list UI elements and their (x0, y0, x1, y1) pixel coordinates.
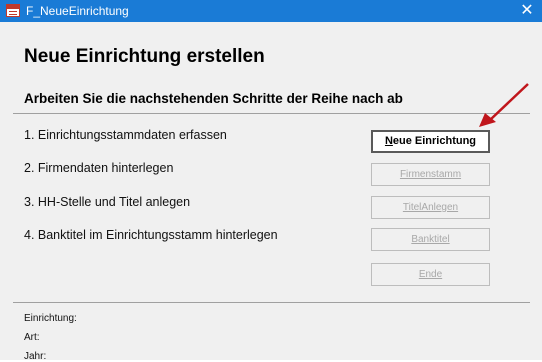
page-title: Neue Einrichtung erstellen (24, 46, 265, 67)
einrichtung-label: Einrichtung: (24, 313, 77, 324)
arrow-shaft (489, 83, 529, 121)
banktitel-button[interactable]: Banktitel (371, 228, 490, 251)
neue-einrichtung-accel: N (384, 135, 393, 147)
window-title: F_NeueEinrichtung (26, 4, 129, 18)
instructions-heading: Arbeiten Sie die nachstehenden Schritte … (24, 91, 403, 106)
step-4-label: 4. Banktitel im Einrichtungsstamm hinter… (24, 228, 278, 242)
form-body: Neue Einrichtung erstellen Arbeiten Sie … (0, 22, 542, 362)
step-3-label: 3. HH-Stelle und Titel anlegen (24, 195, 191, 209)
close-icon[interactable]: ✕ (512, 0, 542, 22)
neue-einrichtung-label: eue Einrichtung (392, 135, 477, 147)
divider-top (13, 113, 530, 114)
divider-bottom (13, 302, 530, 303)
titel-anlegen-button[interactable]: TitelAnlegen (371, 196, 490, 219)
firmenstamm-button[interactable]: Firmenstamm (371, 163, 490, 186)
access-form-icon (6, 4, 20, 17)
red-arrow-annotation (479, 83, 529, 127)
art-label: Art: (24, 332, 40, 343)
ende-button[interactable]: Ende (371, 263, 490, 286)
step-1-label: 1. Einrichtungsstammdaten erfassen (24, 128, 227, 142)
neue-einrichtung-button[interactable]: Neue Einrichtung (371, 130, 490, 153)
jahr-label: Jahr: (24, 351, 47, 362)
step-2-label: 2. Firmendaten hinterlegen (24, 161, 174, 175)
window-titlebar: F_NeueEinrichtung ✕ (0, 0, 542, 22)
